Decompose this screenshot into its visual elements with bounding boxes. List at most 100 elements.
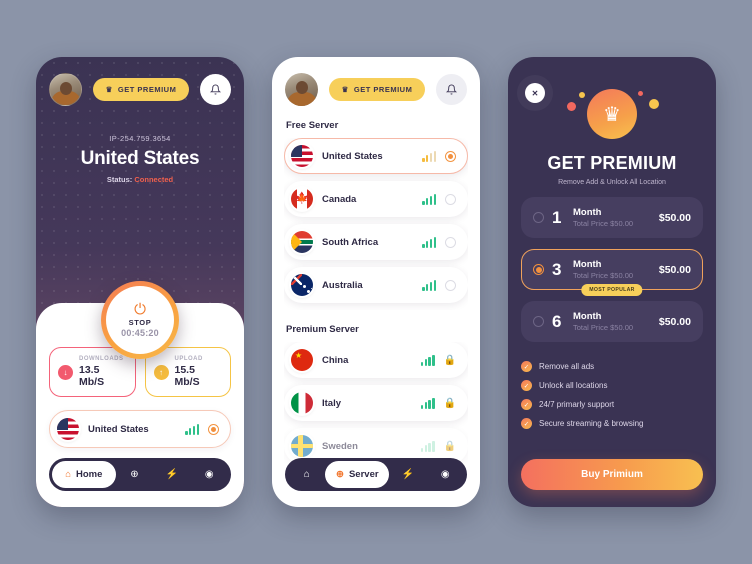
nav-item-settings[interactable]: ◉ xyxy=(191,461,228,488)
plan-option-6-month[interactable]: 6 Month Total Price $50.00 $50.00 xyxy=(521,301,703,342)
server-radio-empty[interactable] xyxy=(445,279,456,291)
plan-total-price: Total Price $50.00 xyxy=(573,323,634,332)
servers-topbar: ♛ GET PREMIUM xyxy=(284,57,468,106)
nav-label-server: Server xyxy=(348,469,379,480)
free-server-list: United States 🍁 Canada South Africa Aust… xyxy=(284,138,468,310)
download-value: 13.5 Mb/S xyxy=(79,364,105,388)
plan-duration: 6 xyxy=(552,311,562,331)
location-radio-selected[interactable] xyxy=(208,423,219,435)
power-icon: ⏻ xyxy=(134,301,146,318)
bolt-icon: ⚡ xyxy=(165,469,179,480)
signal-bars-icon xyxy=(422,193,436,205)
server-row-south-africa[interactable]: South Africa xyxy=(284,224,468,260)
nav-item-speed[interactable]: ⚡ xyxy=(389,461,426,488)
decoration-dot xyxy=(567,102,576,111)
flag-icon-china: ★ xyxy=(291,349,313,371)
nav-item-speed[interactable]: ⚡ xyxy=(153,461,190,488)
home-icon: ⌂ xyxy=(65,469,71,480)
get-premium-button[interactable]: ♛ GET PREMIUM xyxy=(328,78,426,101)
power-button[interactable]: ⏻ STOP 00:45:20 xyxy=(101,281,179,359)
feature-text: Remove all ads xyxy=(539,362,595,371)
get-premium-label: GET PREMIUM xyxy=(353,85,413,94)
server-row-united-states[interactable]: United States xyxy=(284,138,468,174)
server-name: Australia xyxy=(322,279,363,291)
feature-list: ✓ Remove all ads ✓ Unlock all locations … xyxy=(521,361,703,429)
feature-item: ✓ 24/7 primarly support xyxy=(521,399,703,410)
plan-duration: 1 xyxy=(552,207,562,227)
buy-premium-button[interactable]: Buy Primium xyxy=(521,459,703,490)
server-name: United States xyxy=(322,150,383,162)
plan-radio-empty[interactable] xyxy=(533,316,544,327)
flag-icon-united-states xyxy=(291,145,313,167)
most-popular-badge: MOST POPULAR xyxy=(581,284,643,296)
feature-text: Secure streaming & browsing xyxy=(539,419,644,428)
bolt-icon: ⚡ xyxy=(401,469,415,480)
premium-title: GET PREMIUM xyxy=(547,153,677,173)
plan-details: Month Total Price $50.00 xyxy=(573,207,651,228)
nav-item-home[interactable]: ⌂ xyxy=(288,461,325,488)
bottom-nav-home: ⌂ Home ⊕ ⚡ ◉ xyxy=(49,458,231,491)
phone-screen-premium: ✕ ♛ GET PREMIUM Remove Add & Unlock All … xyxy=(508,57,716,507)
feature-text: 24/7 primarly support xyxy=(539,400,615,409)
decoration-dot xyxy=(638,91,643,96)
flag-icon-italy xyxy=(291,392,313,414)
section-title-premium: Premium Server xyxy=(286,324,359,335)
session-timer: 00:45:20 xyxy=(121,328,159,338)
ip-address: IP-254.759.3654 xyxy=(109,134,171,143)
notification-bell-button[interactable] xyxy=(200,74,231,105)
close-button[interactable]: ✕ xyxy=(525,83,545,103)
bottom-nav-servers: ⌂ ⊕ Server ⚡ ◉ xyxy=(285,458,467,491)
feature-item: ✓ Secure streaming & browsing xyxy=(521,418,703,429)
nav-item-settings[interactable]: ◉ xyxy=(427,461,464,488)
nav-item-server[interactable]: ⊕ Server xyxy=(325,461,390,488)
settings-icon: ◉ xyxy=(440,469,450,480)
nav-item-home[interactable]: ⌂ Home xyxy=(52,461,116,488)
bell-icon xyxy=(210,84,221,95)
plan-total-price: Total Price $50.00 xyxy=(573,219,634,228)
plan-unit: Month xyxy=(573,259,602,270)
avatar[interactable] xyxy=(285,73,318,106)
plan-total-price: Total Price $50.00 xyxy=(573,271,634,280)
close-icon: ✕ xyxy=(531,88,539,98)
phone-screen-servers: ♛ GET PREMIUM Free Server United States … xyxy=(272,57,480,507)
feature-item: ✓ Remove all ads xyxy=(521,361,703,372)
upload-value: 15.5 Mb/S xyxy=(174,364,200,388)
plan-unit: Month xyxy=(573,207,602,218)
plan-price: $50.00 xyxy=(658,263,691,276)
server-row-canada[interactable]: 🍁 Canada xyxy=(284,181,468,217)
check-icon: ✓ xyxy=(521,361,532,372)
server-radio-empty[interactable] xyxy=(445,236,456,248)
flag-icon-canada: 🍁 xyxy=(291,188,313,210)
globe-icon: ⊕ xyxy=(336,469,344,480)
feature-item: ✓ Unlock all locations xyxy=(521,380,703,391)
plan-radio-selected[interactable] xyxy=(533,264,544,275)
get-premium-button[interactable]: ♛ GET PREMIUM xyxy=(92,78,190,101)
selected-location-row[interactable]: United States xyxy=(49,410,231,448)
plan-radio-empty[interactable] xyxy=(533,212,544,223)
decoration-dot xyxy=(579,92,585,98)
nav-item-server[interactable]: ⊕ xyxy=(116,461,153,488)
selected-location-name: United States xyxy=(88,423,149,435)
premium-subtitle: Remove Add & Unlock All Location xyxy=(558,179,666,186)
section-title-free: Free Server xyxy=(286,120,339,131)
plan-option-3-month[interactable]: 3 Month Total Price $50.00 $50.00 MOST P… xyxy=(521,249,703,296)
signal-bars-icon xyxy=(185,423,199,435)
avatar[interactable] xyxy=(49,73,82,106)
server-row-australia[interactable]: Australia xyxy=(284,267,468,303)
signal-bars-icon xyxy=(422,236,436,248)
server-name: South Africa xyxy=(322,236,379,248)
signal-bars-icon xyxy=(420,354,435,366)
status-label: Status: xyxy=(106,175,133,184)
decoration-dot xyxy=(649,99,659,109)
feature-text: Unlock all locations xyxy=(539,381,608,390)
server-row-italy[interactable]: Italy 🔒 xyxy=(284,385,468,421)
notification-bell-button[interactable] xyxy=(436,74,467,105)
server-radio-empty[interactable] xyxy=(445,193,456,205)
plan-option-1-month[interactable]: 1 Month Total Price $50.00 $50.00 xyxy=(521,197,703,238)
server-row-china[interactable]: ★ China 🔒 xyxy=(284,342,468,378)
connection-info: IP-254.759.3654 United States Status: Co… xyxy=(36,134,244,184)
upload-label: UPLOAD xyxy=(174,356,203,362)
server-radio-selected[interactable] xyxy=(445,150,456,162)
server-name: China xyxy=(322,354,349,366)
premium-server-list: ★ China 🔒 Italy 🔒 Sweden 🔒 xyxy=(284,342,468,471)
